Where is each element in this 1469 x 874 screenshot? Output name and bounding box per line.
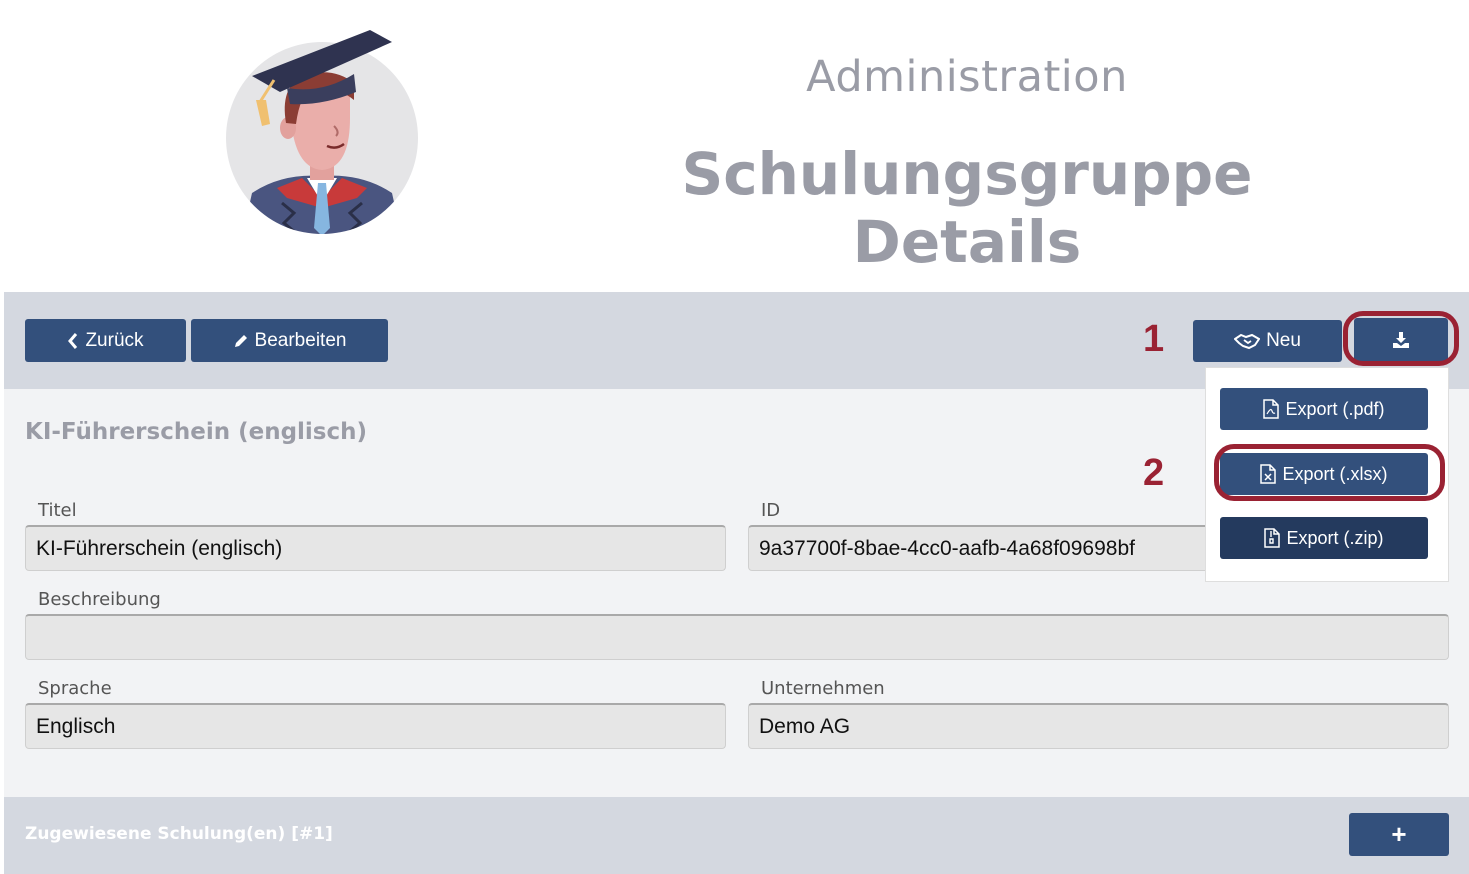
titel-label: Titel xyxy=(38,500,77,521)
download-button[interactable] xyxy=(1354,318,1448,362)
back-button[interactable]: Zurück xyxy=(25,319,186,362)
back-button-label: Zurück xyxy=(85,329,144,351)
handshake-icon xyxy=(1234,333,1261,350)
chevron-left-icon xyxy=(68,332,78,349)
export-zip-label: Export (.zip) xyxy=(1286,527,1384,548)
pencil-icon xyxy=(234,334,247,347)
assigned-trainings-title: Zugewiesene Schulung(en) [#1] xyxy=(25,824,333,844)
page-title: Schulungsgruppe Details xyxy=(681,140,1253,276)
step-marker-1: 1 xyxy=(1143,318,1165,360)
file-zip-icon xyxy=(1264,528,1281,548)
unternehmen-field[interactable]: Demo AG xyxy=(748,703,1449,749)
export-pdf-label: Export (.pdf) xyxy=(1285,398,1385,419)
export-xlsx-button[interactable]: Export (.xlsx) xyxy=(1220,453,1428,495)
edit-button-label: Bearbeiten xyxy=(254,329,347,351)
group-title: KI-Führerschein (englisch) xyxy=(25,419,368,445)
step-marker-2: 2 xyxy=(1143,452,1165,494)
titel-field[interactable]: KI-Führerschein (englisch) xyxy=(25,525,726,571)
export-dropdown-menu: Export (.pdf) Export (.xlsx) Export (.zi… xyxy=(1205,367,1449,582)
add-training-button[interactable]: + xyxy=(1349,813,1449,856)
edit-button[interactable]: Bearbeiten xyxy=(191,319,388,362)
beschreibung-field[interactable] xyxy=(25,614,1449,660)
new-button[interactable]: Neu xyxy=(1193,320,1342,362)
file-pdf-icon xyxy=(1263,399,1280,419)
export-zip-button[interactable]: Export (.zip) xyxy=(1220,517,1428,559)
id-label: ID xyxy=(761,500,781,521)
sprache-field[interactable]: Englisch xyxy=(25,703,726,749)
beschreibung-label: Beschreibung xyxy=(38,589,161,610)
new-button-label: Neu xyxy=(1266,330,1301,351)
unternehmen-label: Unternehmen xyxy=(761,678,885,699)
graduate-avatar xyxy=(222,28,422,238)
sprache-label: Sprache xyxy=(38,678,112,699)
header-subtitle: Administration xyxy=(806,52,1128,102)
file-excel-icon xyxy=(1260,464,1277,484)
export-pdf-button[interactable]: Export (.pdf) xyxy=(1220,388,1428,430)
assigned-trainings-bar: Zugewiesene Schulung(en) [#1] + xyxy=(4,797,1469,874)
export-xlsx-label: Export (.xlsx) xyxy=(1282,463,1388,484)
download-icon xyxy=(1393,332,1409,348)
